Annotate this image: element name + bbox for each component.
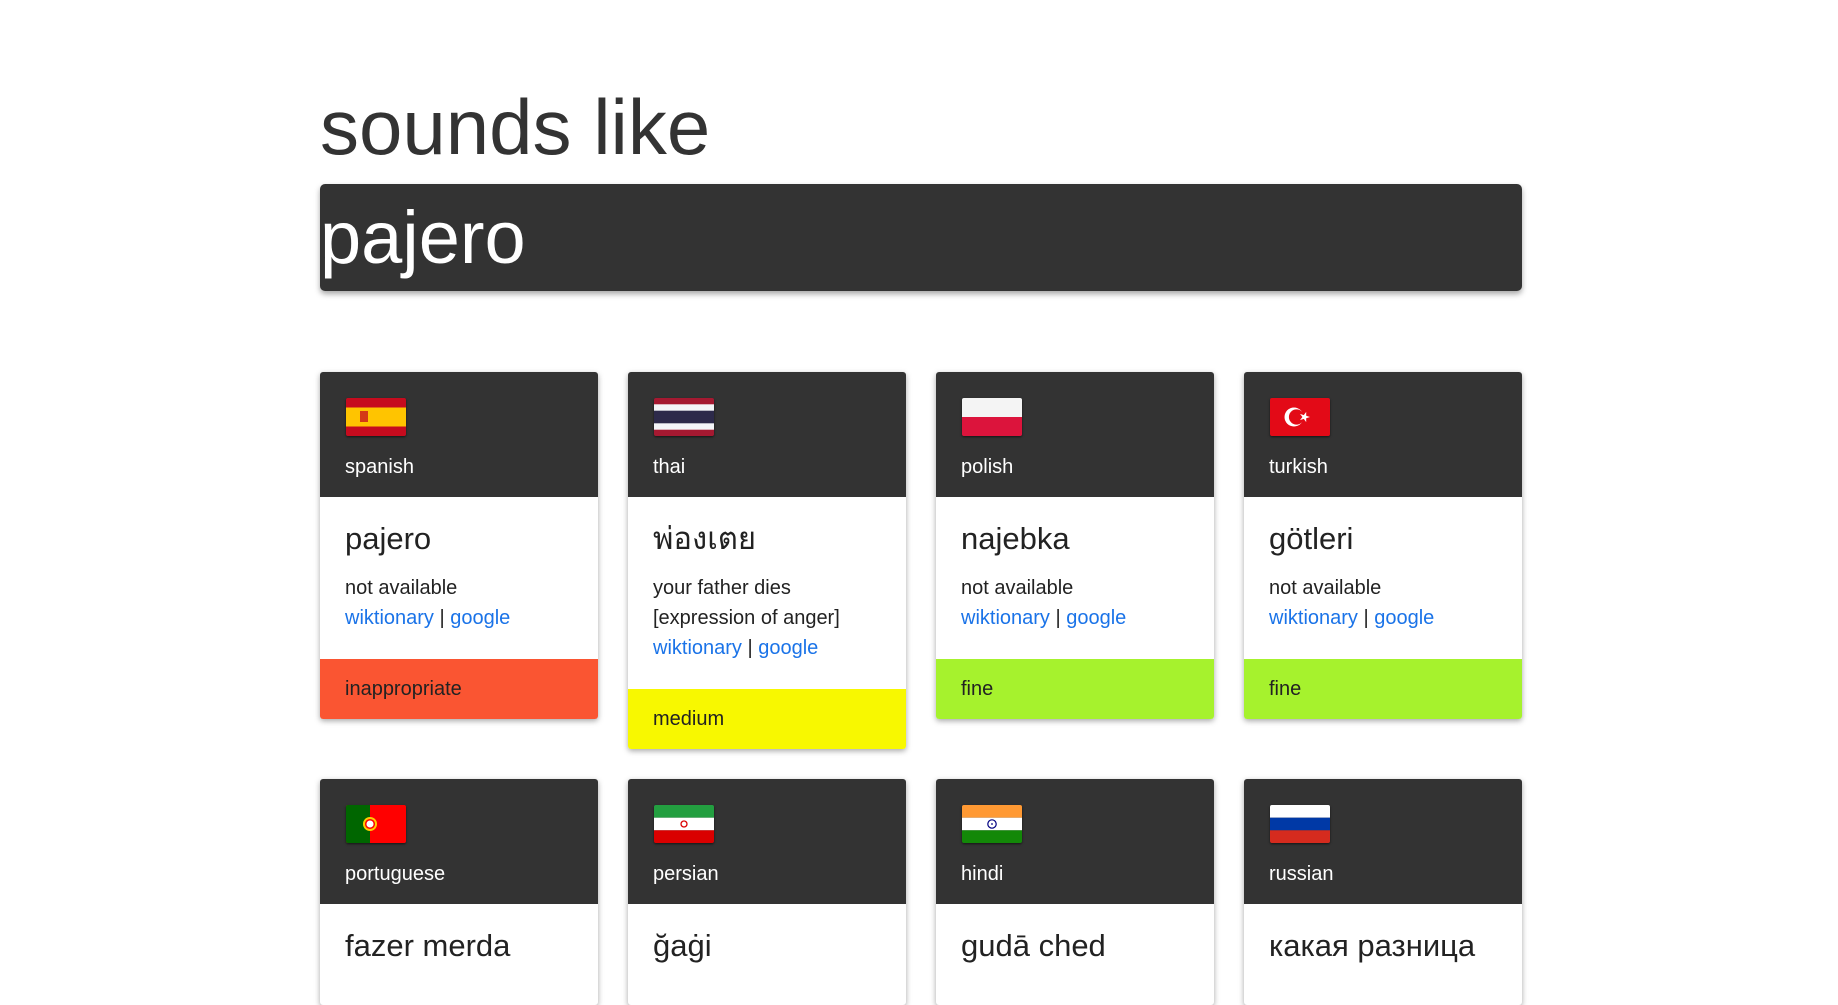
card-header: polish: [936, 372, 1214, 497]
google-link[interactable]: google: [1374, 607, 1434, 629]
card-meaning: not available: [345, 576, 458, 599]
rating-bar: medium: [628, 688, 906, 749]
thailand-flag-icon: [654, 398, 714, 436]
wiktionary-link[interactable]: wiktionary: [345, 607, 434, 629]
card-body: พ่องเตย your father dies [expression of …: [628, 497, 906, 689]
card-links: wiktionary | google: [653, 633, 881, 663]
result-card-portuguese: portuguese fazer merda: [320, 778, 598, 1005]
portugal-flag-icon: [346, 804, 406, 843]
result-card-polish: polish najebka not available wiktionary …: [936, 372, 1214, 719]
card-body: какая разница: [1244, 904, 1522, 1005]
wiktionary-link[interactable]: wiktionary: [961, 607, 1050, 629]
india-flag-icon: [962, 804, 1022, 843]
russia-flag-icon: [1270, 804, 1330, 843]
iran-flag-icon: [654, 804, 714, 843]
card-body: gudā ched: [936, 904, 1214, 1005]
card-language: thai: [653, 456, 686, 478]
card-body: fazer merda: [320, 904, 598, 1005]
card-word: ğaġi: [653, 927, 712, 963]
rating-bar: fine: [936, 658, 1214, 719]
rating-bar: fine: [1244, 658, 1522, 719]
card-word: gudā ched: [961, 927, 1106, 963]
card-word: götleri: [1269, 521, 1354, 556]
card-links: wiktionary | google: [1269, 603, 1497, 633]
card-language: hindi: [961, 862, 1004, 885]
result-card-thai: thai พ่องเตย your father dies [expressio…: [628, 372, 906, 749]
card-header: spanish: [320, 372, 598, 497]
card-language: persian: [653, 862, 719, 885]
wiktionary-link[interactable]: wiktionary: [653, 637, 742, 659]
card-header: hindi: [936, 778, 1214, 904]
card-meaning: your father dies [expression of anger]: [653, 576, 840, 629]
card-body: najebka not available wiktionary | googl…: [936, 497, 1214, 659]
google-link[interactable]: google: [1066, 607, 1126, 629]
search-box[interactable]: [320, 184, 1522, 291]
page-title: sounds like: [320, 83, 711, 171]
card-body: götleri not available wiktionary | googl…: [1244, 497, 1522, 659]
poland-flag-icon: [962, 398, 1022, 436]
card-header: persian: [628, 778, 906, 904]
search-input[interactable]: [320, 184, 1522, 291]
card-links: wiktionary | google: [345, 603, 573, 633]
card-language: turkish: [1269, 456, 1328, 478]
results-grid: spanish pajero not available wiktionary …: [320, 372, 1522, 1005]
card-language: polish: [961, 456, 1014, 478]
result-card-russian: russian какая разница: [1244, 778, 1522, 1005]
card-header: thai: [628, 372, 906, 497]
card-meaning: not available: [961, 576, 1074, 599]
card-body: ğaġi: [628, 904, 906, 1005]
card-word: какая разница: [1269, 927, 1476, 963]
link-separator: |: [439, 606, 445, 629]
link-separator: |: [747, 636, 753, 659]
card-language: spanish: [345, 456, 414, 478]
card-meaning: not available: [1269, 576, 1382, 599]
link-separator: |: [1055, 606, 1061, 629]
link-separator: |: [1363, 606, 1369, 629]
card-header: russian: [1244, 778, 1522, 904]
wiktionary-link[interactable]: wiktionary: [1269, 607, 1358, 629]
card-body: pajero not available wiktionary | google: [320, 497, 598, 659]
turkey-flag-icon: [1270, 398, 1330, 436]
card-word: พ่องเตย: [653, 521, 757, 556]
spain-flag-icon: [346, 398, 406, 436]
google-link[interactable]: google: [450, 607, 510, 629]
card-word: najebka: [961, 521, 1070, 556]
card-word: fazer merda: [345, 927, 511, 963]
card-header: portuguese: [320, 778, 598, 904]
result-card-hindi: hindi gudā ched: [936, 778, 1214, 1005]
card-links: wiktionary | google: [961, 603, 1189, 633]
card-language: portuguese: [345, 862, 446, 885]
card-language: russian: [1269, 862, 1334, 885]
result-card-turkish: turkish götleri not available wiktionary…: [1244, 372, 1522, 719]
card-header: turkish: [1244, 372, 1522, 497]
result-card-spanish: spanish pajero not available wiktionary …: [320, 372, 598, 719]
result-card-persian: persian ğaġi: [628, 778, 906, 1005]
rating-bar: inappropriate: [320, 658, 598, 719]
card-word: pajero: [345, 521, 432, 556]
google-link[interactable]: google: [758, 637, 818, 659]
